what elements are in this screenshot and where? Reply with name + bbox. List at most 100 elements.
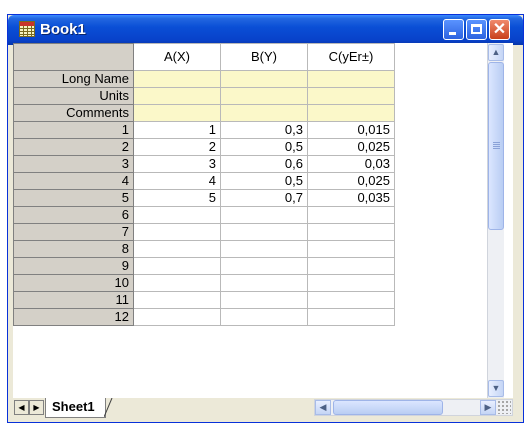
cell[interactable] [133, 104, 221, 122]
cell[interactable] [133, 240, 221, 258]
close-button[interactable]: ✕ [489, 19, 510, 40]
row-header[interactable]: 5 [13, 189, 134, 207]
cell[interactable]: 2 [133, 138, 221, 156]
empty-area [395, 105, 488, 122]
row-header[interactable]: 10 [13, 274, 134, 292]
empty-area [395, 190, 488, 207]
cell[interactable] [220, 206, 308, 224]
scroll-right-button[interactable]: ▶ [480, 400, 496, 415]
cell[interactable] [133, 223, 221, 241]
cell[interactable] [307, 206, 395, 224]
maximize-button[interactable] [466, 19, 487, 40]
cell[interactable] [220, 104, 308, 122]
vertical-scrollbar[interactable]: ▲ ▼ [487, 43, 504, 398]
title-bar[interactable]: Book1 ✕ [8, 15, 523, 45]
cell[interactable] [307, 274, 395, 292]
row-header[interactable]: 8 [13, 240, 134, 258]
cell[interactable]: 0,5 [220, 172, 308, 190]
cell[interactable] [307, 70, 395, 88]
cell[interactable]: 0,025 [307, 172, 395, 190]
row-header[interactable]: 3 [13, 155, 134, 173]
empty-area [395, 71, 488, 88]
row-header-units[interactable]: Units [13, 87, 134, 105]
row-header-long-name[interactable]: Long Name [13, 70, 134, 88]
row-header[interactable]: 2 [13, 138, 134, 156]
row-header[interactable]: 11 [13, 291, 134, 309]
maximize-icon [471, 24, 482, 34]
minimize-button[interactable] [443, 19, 464, 40]
resize-grip-icon[interactable] [497, 400, 511, 414]
table-row: 4 4 0,5 0,025 [13, 172, 488, 190]
row-header[interactable]: 1 [13, 121, 134, 139]
cell[interactable] [220, 257, 308, 275]
cell[interactable] [307, 240, 395, 258]
cell[interactable]: 0,015 [307, 121, 395, 139]
table-row: 1 1 0,3 0,015 [13, 121, 488, 139]
comments-row: Comments [13, 104, 488, 122]
cell[interactable] [133, 291, 221, 309]
cell[interactable] [307, 308, 395, 326]
cell[interactable]: 0,5 [220, 138, 308, 156]
scroll-left-button[interactable]: ◀ [315, 400, 331, 415]
column-header-row: A(X) B(Y) C(yEr±) [13, 43, 488, 71]
cell[interactable] [133, 70, 221, 88]
cell[interactable] [220, 240, 308, 258]
empty-area [395, 139, 488, 156]
window-title: Book1 [40, 21, 86, 38]
scroll-down-button[interactable]: ▼ [488, 380, 504, 397]
column-header-c[interactable]: C(yEr±) [307, 43, 395, 71]
column-header-b[interactable]: B(Y) [220, 43, 308, 71]
horizontal-scroll-thumb[interactable] [333, 400, 443, 415]
empty-header-area [395, 44, 488, 71]
horizontal-scrollbar[interactable]: ◀ ▶ [314, 399, 513, 416]
cell[interactable]: 5 [133, 189, 221, 207]
row-header[interactable]: 9 [13, 257, 134, 275]
chevron-down-icon: ▼ [491, 383, 501, 393]
empty-area [395, 207, 488, 224]
cell[interactable]: 0,3 [220, 121, 308, 139]
cell[interactable] [307, 257, 395, 275]
cell[interactable] [133, 257, 221, 275]
table-row: 3 3 0,6 0,03 [13, 155, 488, 173]
cell[interactable] [133, 206, 221, 224]
scroll-up-button[interactable]: ▲ [488, 44, 504, 61]
cell[interactable]: 0,035 [307, 189, 395, 207]
cell[interactable] [220, 223, 308, 241]
cell[interactable]: 4 [133, 172, 221, 190]
row-header-comments[interactable]: Comments [13, 104, 134, 122]
previous-sheet-button[interactable]: ◀ [14, 400, 29, 415]
cell[interactable] [220, 70, 308, 88]
row-header[interactable]: 7 [13, 223, 134, 241]
long-name-row: Long Name [13, 70, 488, 88]
arrow-right-icon: ▶ [33, 403, 40, 412]
tab-sheet1[interactable]: Sheet1 [45, 398, 106, 418]
column-header-a[interactable]: A(X) [133, 43, 221, 71]
cell[interactable] [220, 308, 308, 326]
cell[interactable]: 3 [133, 155, 221, 173]
cell[interactable] [220, 87, 308, 105]
cell[interactable] [307, 291, 395, 309]
cell[interactable]: 0,03 [307, 155, 395, 173]
table-row: 12 [13, 308, 488, 326]
cell[interactable] [133, 274, 221, 292]
chevron-up-icon: ▲ [491, 47, 501, 57]
cell[interactable] [307, 87, 395, 105]
next-sheet-button[interactable]: ▶ [29, 400, 44, 415]
cell[interactable]: 0,6 [220, 155, 308, 173]
vertical-scroll-thumb[interactable] [488, 62, 504, 230]
cell[interactable]: 0,7 [220, 189, 308, 207]
cell[interactable] [133, 87, 221, 105]
cell[interactable] [307, 104, 395, 122]
table-row: 10 [13, 274, 488, 292]
cell[interactable] [133, 308, 221, 326]
cell[interactable] [307, 223, 395, 241]
cell[interactable] [220, 291, 308, 309]
minimize-icon [449, 32, 456, 35]
row-header[interactable]: 6 [13, 206, 134, 224]
cell[interactable]: 1 [133, 121, 221, 139]
cell[interactable]: 0,025 [307, 138, 395, 156]
row-header[interactable]: 12 [13, 308, 134, 326]
corner-cell[interactable] [13, 43, 134, 71]
row-header[interactable]: 4 [13, 172, 134, 190]
cell[interactable] [220, 274, 308, 292]
